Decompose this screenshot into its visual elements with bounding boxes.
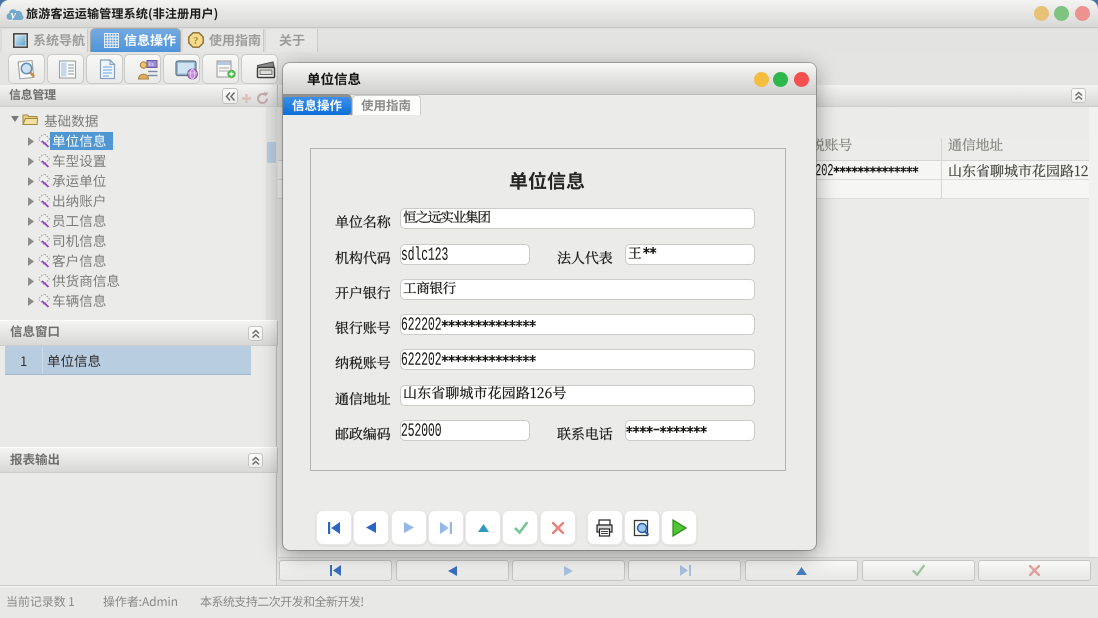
svg-text:?: ? bbox=[193, 35, 199, 47]
svg-text:y: y bbox=[9, 8, 17, 22]
